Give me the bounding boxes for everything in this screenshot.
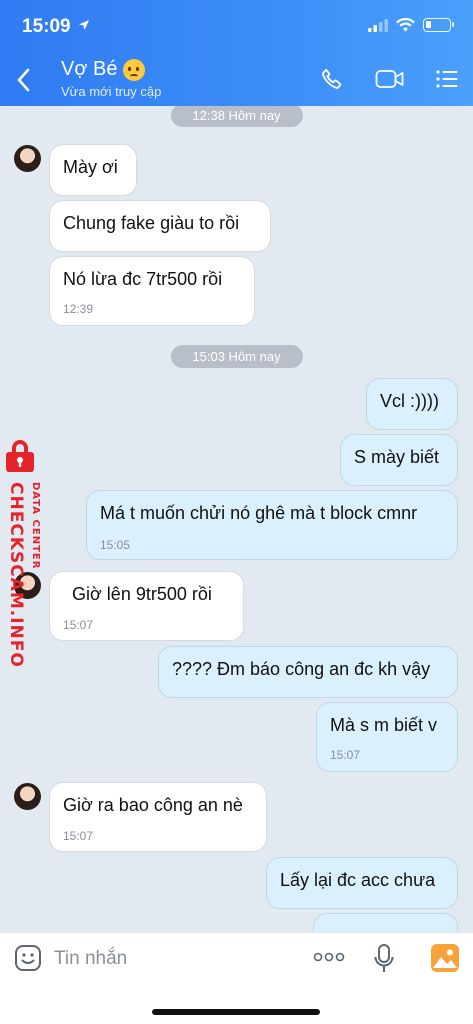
message-text: Mày ơi bbox=[63, 157, 118, 177]
avatar[interactable] bbox=[14, 783, 41, 810]
message-text: Chung fake giàu to rồi bbox=[63, 213, 240, 233]
menu-list-icon[interactable] bbox=[435, 66, 459, 92]
back-arrow-icon[interactable] bbox=[12, 64, 36, 96]
message-bubble-outgoing[interactable]: S mày biết bbox=[340, 434, 458, 486]
message-bubble-outgoing[interactable]: Mà s m biết v 15:07 bbox=[316, 702, 458, 772]
message-input[interactable]: Tin nhắn bbox=[54, 948, 127, 970]
microphone-icon[interactable] bbox=[373, 943, 395, 975]
message-bubble-incoming[interactable]: Giờ lên 9tr500 rồi 15:07 bbox=[49, 571, 244, 641]
battery-icon bbox=[423, 18, 454, 32]
message-text: Lấy lại đc acc chưa bbox=[280, 870, 436, 890]
status-time: 15:09 bbox=[22, 16, 71, 37]
home-indicator bbox=[152, 1009, 320, 1015]
message-text: Má t muốn chửi nó ghê mà t block cmnr bbox=[100, 503, 418, 523]
time-divider: 12:38 Hôm nay bbox=[170, 106, 303, 127]
video-call-icon[interactable] bbox=[375, 66, 405, 92]
contact-status: Vừa mới truy cập bbox=[61, 84, 162, 99]
watermark-subtitle: DATA CENTER bbox=[30, 482, 41, 570]
location-arrow-icon bbox=[79, 20, 89, 30]
message-bubble-outgoing[interactable]: Má t muốn chửi nó ghê mà t block cmnr 15… bbox=[86, 490, 458, 560]
padlock-logo-icon bbox=[6, 440, 34, 472]
message-bubble-outgoing[interactable]: ???? Đm báo công an đc kh vậy bbox=[158, 646, 458, 698]
contact-name[interactable]: Vợ Bé bbox=[61, 58, 117, 81]
image-gallery-icon[interactable] bbox=[430, 943, 460, 973]
checkscam-watermark: CHECKSCAM.INFO DATA CENTER bbox=[0, 438, 52, 668]
message-bubble-outgoing[interactable]: Lấy lại đc acc chưa bbox=[266, 857, 458, 909]
message-text: ???? Đm báo công an đc kh vậy bbox=[172, 659, 431, 679]
message-time: 15:07 bbox=[63, 618, 94, 632]
chat-header: 15:09 Vợ Bé Vừa mới truy cập bbox=[0, 0, 473, 106]
message-text: Vcl :)))) bbox=[380, 391, 439, 411]
message-text: Mà s m biết v bbox=[330, 715, 438, 735]
message-time: 12:39 bbox=[63, 302, 94, 316]
message-time: 15:07 bbox=[330, 748, 361, 762]
message-time: 15:07 bbox=[63, 829, 94, 843]
sticker-icon[interactable] bbox=[14, 944, 42, 972]
cellular-signal-icon bbox=[368, 18, 388, 32]
time-divider: 15:03 Hôm nay bbox=[170, 345, 303, 368]
message-text: Giờ ra bao công an nè bbox=[63, 795, 243, 815]
phone-call-icon[interactable] bbox=[319, 66, 345, 92]
watermark-brand: CHECKSCAM.INFO bbox=[6, 482, 26, 668]
message-bubble-incoming[interactable]: Giờ ra bao công an nè 15:07 bbox=[49, 782, 267, 852]
message-list[interactable]: 12:38 Hôm nay Mày ơi Chung fake giàu to … bbox=[0, 106, 473, 932]
message-bubble-outgoing[interactable]: Vcl :)))) bbox=[366, 378, 458, 430]
message-bubble-incoming[interactable]: Chung fake giàu to rồi bbox=[49, 200, 271, 252]
sad-face-emoji-icon bbox=[123, 58, 146, 81]
contact-name-row[interactable]: Vợ Bé bbox=[61, 58, 146, 81]
status-indicators bbox=[368, 18, 454, 32]
message-text: Nó lừa đc 7tr500 rồi bbox=[63, 269, 223, 289]
message-text: S mày biết bbox=[354, 447, 440, 467]
message-bubble-incoming[interactable]: Mày ơi bbox=[49, 144, 137, 196]
message-time: 15:05 bbox=[100, 538, 131, 552]
more-dots-icon[interactable] bbox=[313, 951, 345, 963]
message-bubble-incoming[interactable]: Nó lừa đc 7tr500 rồi 12:39 bbox=[49, 256, 255, 326]
message-text: Giờ lên 9tr500 rồi bbox=[72, 584, 212, 604]
wifi-icon bbox=[396, 18, 415, 32]
message-bubble-outgoing[interactable] bbox=[313, 913, 458, 932]
message-input-bar: Tin nhắn bbox=[0, 932, 473, 1024]
avatar[interactable] bbox=[14, 145, 41, 172]
